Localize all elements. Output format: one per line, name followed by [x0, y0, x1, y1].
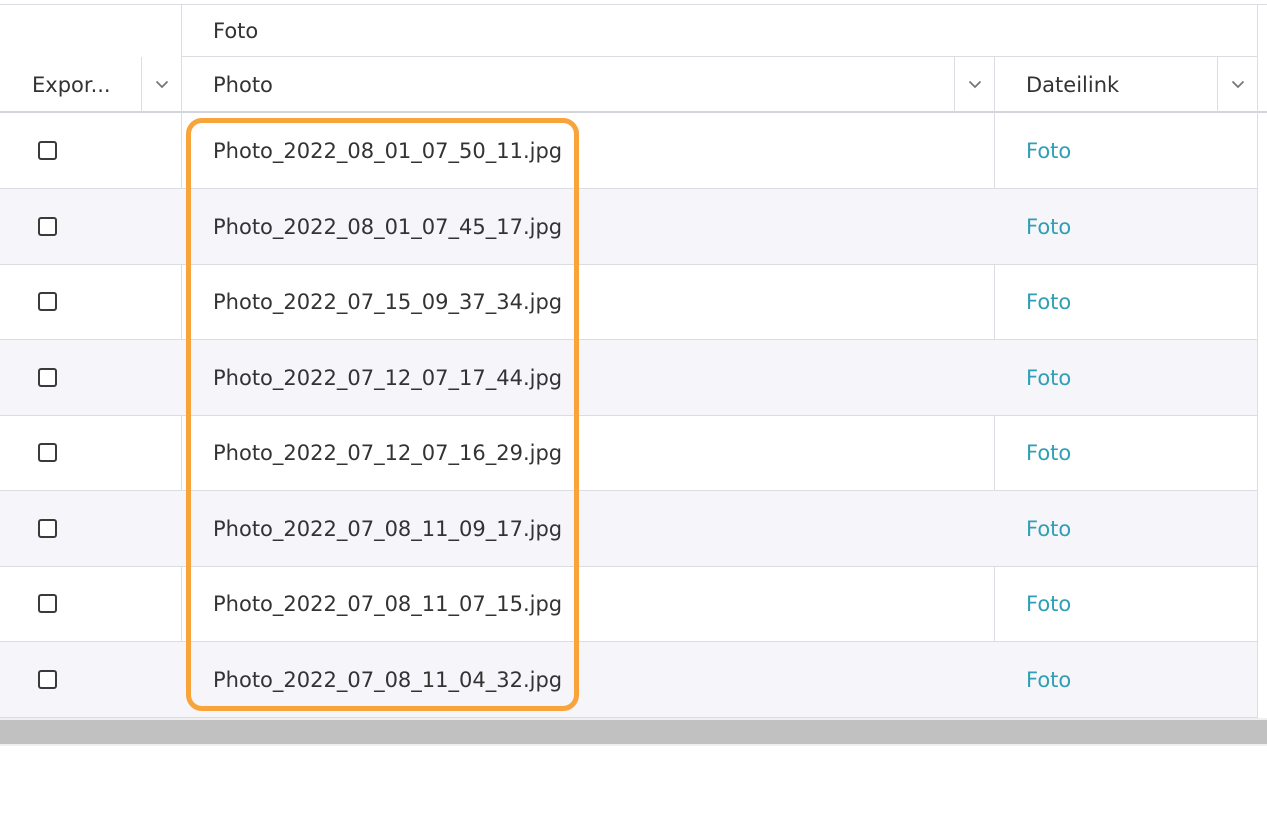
export-checkbox[interactable] — [38, 519, 57, 538]
table-row[interactable]: Photo_2022_07_12_07_16_29.jpg Foto — [0, 415, 1257, 491]
photo-cell: Photo_2022_08_01_07_50_11.jpg — [213, 138, 563, 163]
dateilink-link[interactable]: Foto — [994, 642, 1257, 717]
photo-cell: Photo_2022_07_12_07_16_29.jpg — [213, 440, 563, 465]
table-row[interactable]: Photo_2022_07_08_11_04_32.jpg Foto — [0, 642, 1257, 718]
photo-cell: Photo_2022_07_15_09_37_34.jpg — [213, 289, 563, 314]
dateilink-link[interactable]: Foto — [994, 340, 1257, 415]
column-menu-button[interactable] — [141, 57, 181, 112]
table-row[interactable]: Photo_2022_07_08_11_09_17.jpg Foto — [0, 491, 1257, 567]
export-checkbox[interactable] — [38, 217, 57, 236]
column-header-dateilink[interactable]: Dateilink — [994, 57, 1257, 112]
column-group-header-foto: Foto — [213, 19, 259, 43]
export-cell — [0, 415, 181, 490]
horizontal-scrollbar-thumb[interactable] — [0, 720, 1267, 744]
dateilink-link[interactable]: Foto — [994, 415, 1257, 490]
column-menu-button[interactable] — [1217, 57, 1257, 112]
export-cell — [0, 642, 181, 717]
export-checkbox[interactable] — [38, 292, 57, 311]
export-cell — [0, 264, 181, 339]
dateilink-link[interactable]: Foto — [994, 264, 1257, 339]
column-header-label: Photo — [213, 72, 273, 97]
table-row[interactable]: Photo_2022_07_08_11_07_15.jpg Foto — [0, 566, 1257, 642]
export-checkbox[interactable] — [38, 594, 57, 613]
chevron-down-icon — [155, 80, 168, 89]
dateilink-link[interactable]: Foto — [994, 189, 1257, 264]
table-row[interactable]: Photo_2022_07_12_07_17_44.jpg Foto — [0, 340, 1257, 416]
export-checkbox[interactable] — [38, 368, 57, 387]
data-grid: Foto Expor... Photo Dateilink Photo_2022… — [0, 0, 1267, 823]
photo-cell: Photo_2022_07_12_07_17_44.jpg — [213, 365, 563, 390]
chevron-down-icon — [968, 80, 981, 89]
export-cell — [0, 340, 181, 415]
export-checkbox[interactable] — [38, 670, 57, 689]
column-menu-button[interactable] — [954, 57, 994, 112]
export-cell — [0, 566, 181, 641]
photo-cell: Photo_2022_07_08_11_04_32.jpg — [213, 667, 563, 692]
table-row[interactable]: Photo_2022_07_15_09_37_34.jpg Foto — [0, 264, 1257, 340]
dateilink-link[interactable]: Foto — [994, 491, 1257, 566]
photo-cell: Photo_2022_08_01_07_45_17.jpg — [213, 214, 563, 239]
photo-cell: Photo_2022_07_08_11_09_17.jpg — [213, 516, 563, 541]
export-checkbox[interactable] — [38, 141, 57, 160]
export-cell — [0, 189, 181, 264]
column-divider-3 — [1257, 4, 1258, 718]
table-row[interactable]: Photo_2022_08_01_07_45_17.jpg Foto — [0, 189, 1257, 265]
column-header-photo[interactable]: Photo — [181, 57, 994, 112]
column-header-label: Dateilink — [1026, 72, 1120, 97]
export-cell — [0, 113, 181, 188]
dateilink-link[interactable]: Foto — [994, 566, 1257, 641]
table-row[interactable]: Photo_2022_08_01_07_50_11.jpg Foto — [0, 113, 1257, 189]
export-checkbox[interactable] — [38, 443, 57, 462]
column-header-export[interactable]: Expor... — [0, 57, 181, 112]
export-cell — [0, 491, 181, 566]
dateilink-link[interactable]: Foto — [994, 113, 1257, 188]
photo-cell: Photo_2022_07_08_11_07_15.jpg — [213, 591, 563, 616]
chevron-down-icon — [1231, 80, 1244, 89]
column-header-label: Expor... — [32, 72, 111, 97]
